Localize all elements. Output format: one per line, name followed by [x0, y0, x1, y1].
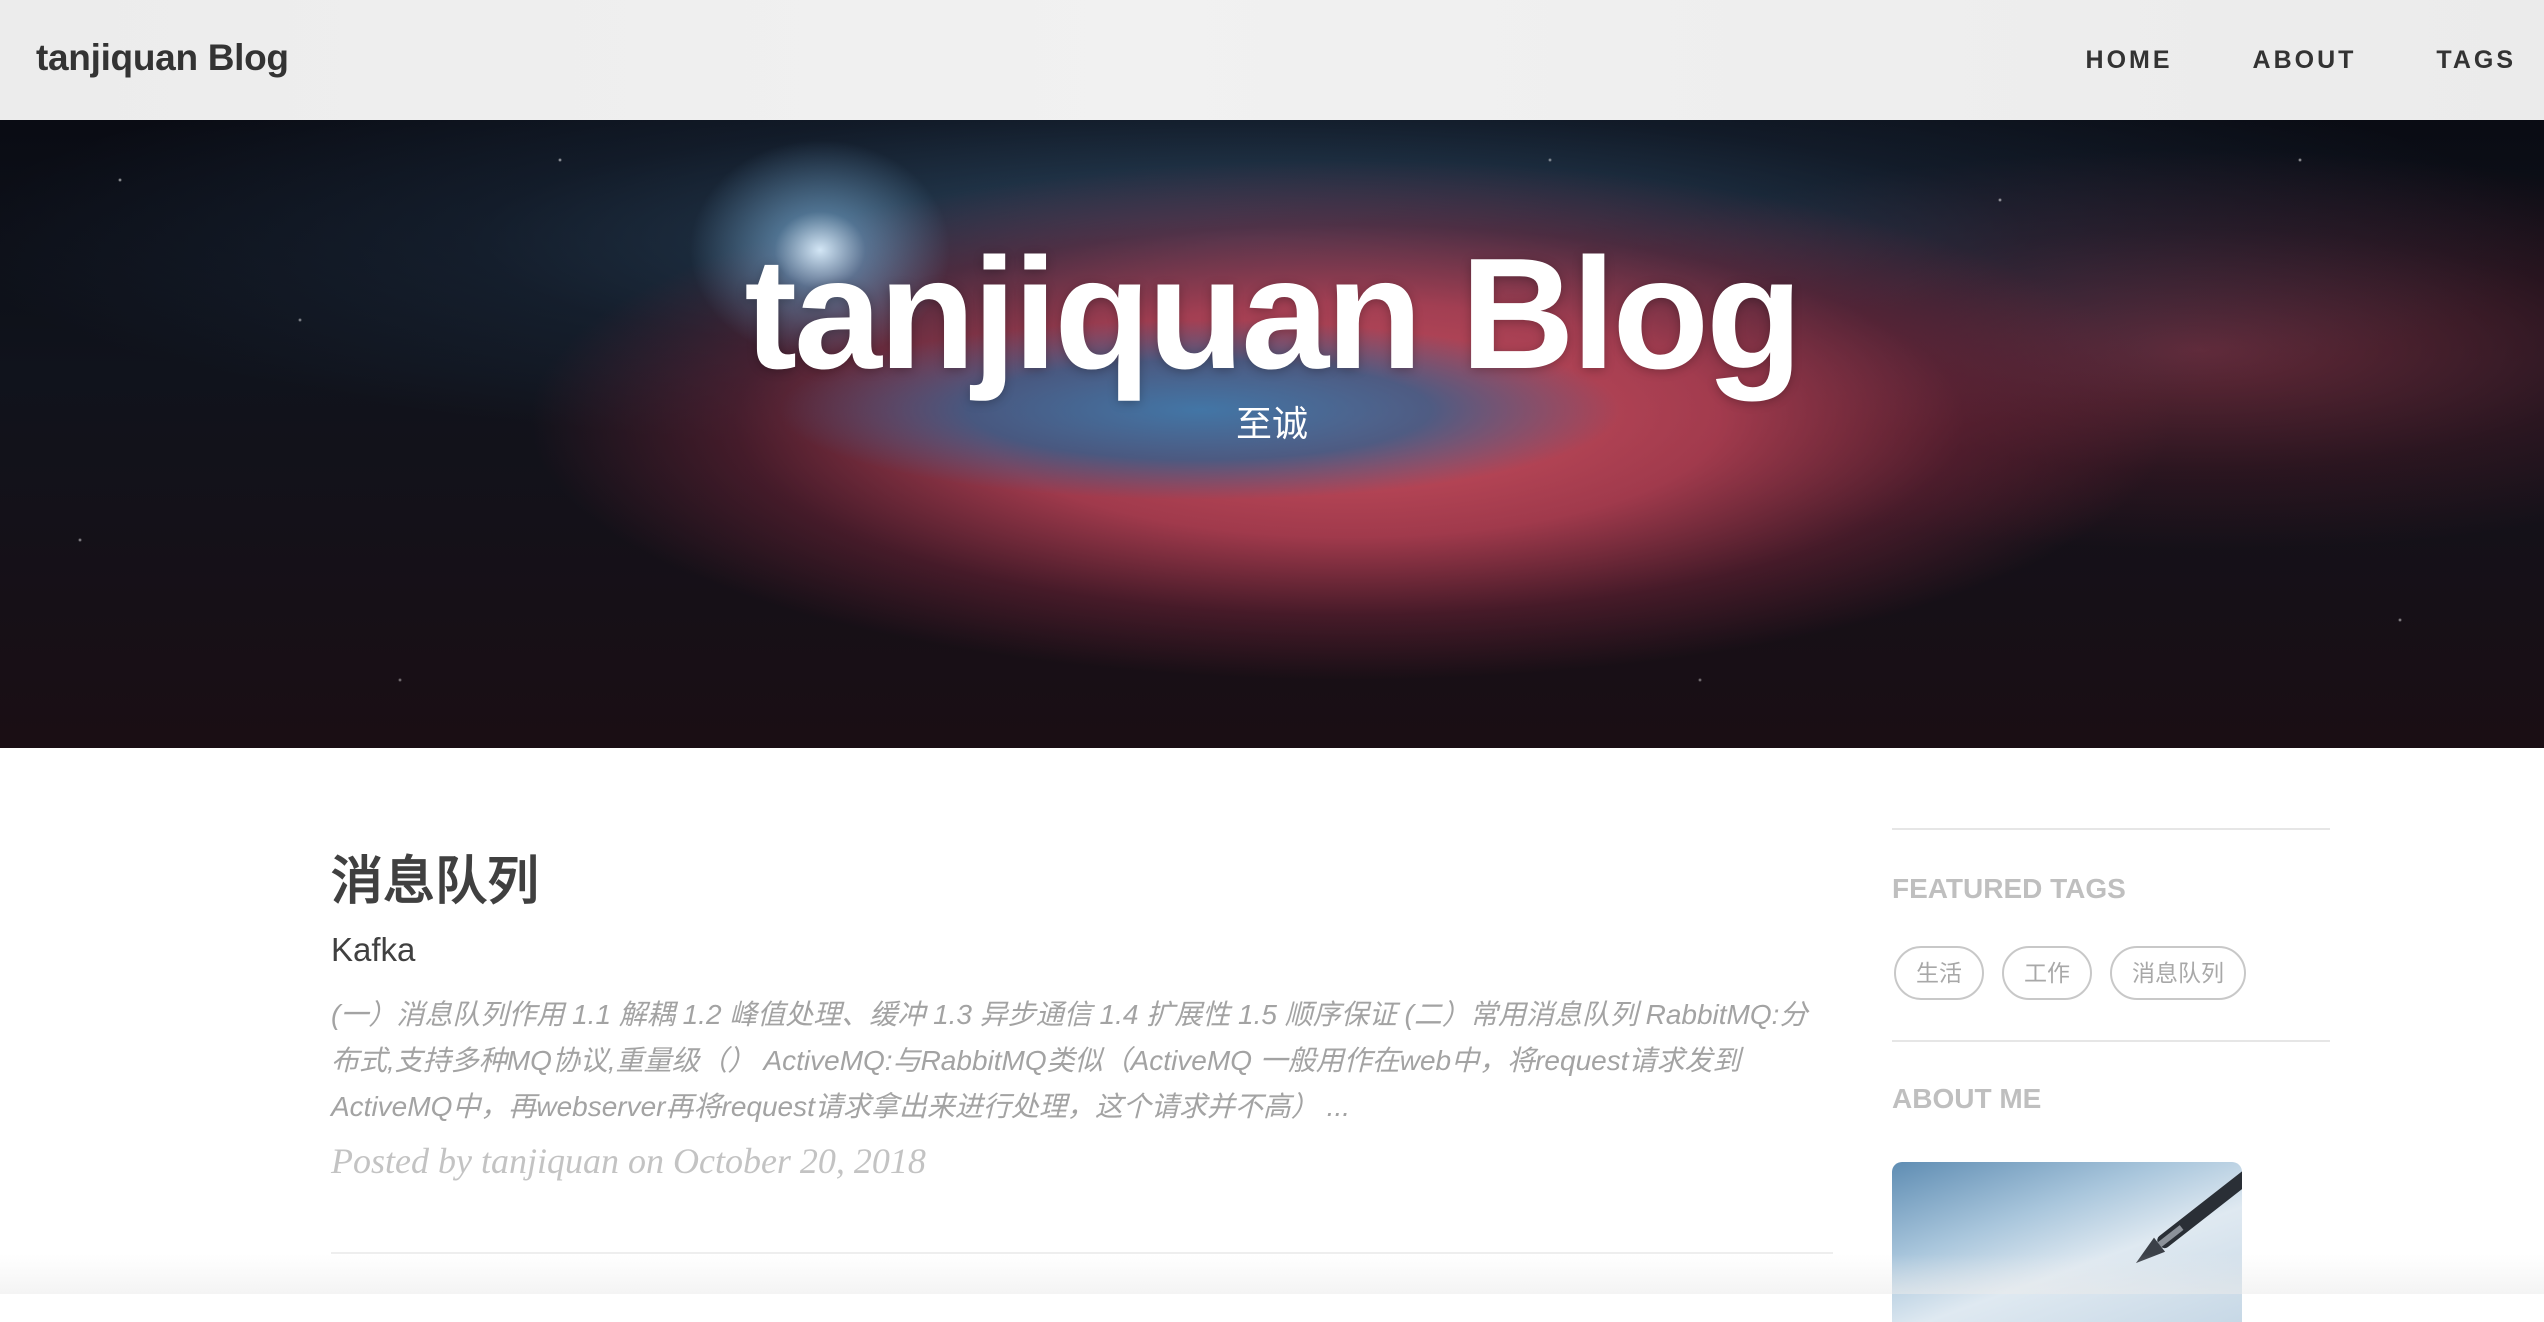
hero-banner: tanjiquan Blog 至诚 [0, 120, 2544, 748]
post-excerpt[interactable]: (一）消息队列作用 1.1 解耦 1.2 峰值处理、缓冲 1.3 异步通信 1.… [331, 992, 1833, 1130]
sidebar-divider [1892, 828, 2330, 830]
sidebar: FEATURED TAGS 生活 工作 消息队列 ABOUT ME [1892, 828, 2330, 1322]
post-preview: 消息队列 Kafka (一）消息队列作用 1.1 解耦 1.2 峰值处理、缓冲 … [331, 848, 1833, 1184]
featured-tags-list: 生活 工作 消息队列 [1894, 946, 2330, 1000]
nav-tags-link[interactable]: TAGS [2436, 46, 2516, 75]
tag-work[interactable]: 工作 [2002, 946, 2092, 1000]
tag-life[interactable]: 生活 [1894, 946, 1984, 1000]
sidebar-divider [1892, 1040, 2330, 1042]
nav-home-link[interactable]: HOME [2086, 46, 2173, 75]
hero-title: tanjiquan Blog [744, 226, 1802, 402]
avatar [1892, 1162, 2242, 1322]
post-subtitle[interactable]: Kafka [331, 930, 1833, 970]
brand-link[interactable]: tanjiquan Blog [36, 0, 289, 120]
post-title[interactable]: 消息队列 [331, 848, 1833, 916]
featured-tags-heading: FEATURED TAGS [1892, 873, 2126, 904]
about-me-heading: ABOUT ME [1892, 1083, 2042, 1114]
hero-subtitle: 至诚 [1235, 403, 1308, 444]
post-meta: Posted by tanjiquan on October 20, 2018 [331, 1141, 926, 1181]
fountain-pen-icon [2135, 1167, 2242, 1264]
tag-message-queue[interactable]: 消息队列 [2110, 946, 2246, 1000]
nav-about-link[interactable]: ABOUT [2253, 46, 2357, 75]
nav-links: HOME ABOUT TAGS [2006, 0, 2516, 120]
navbar: tanjiquan Blog HOME ABOUT TAGS [0, 0, 2544, 120]
post-divider [331, 1252, 1833, 1254]
